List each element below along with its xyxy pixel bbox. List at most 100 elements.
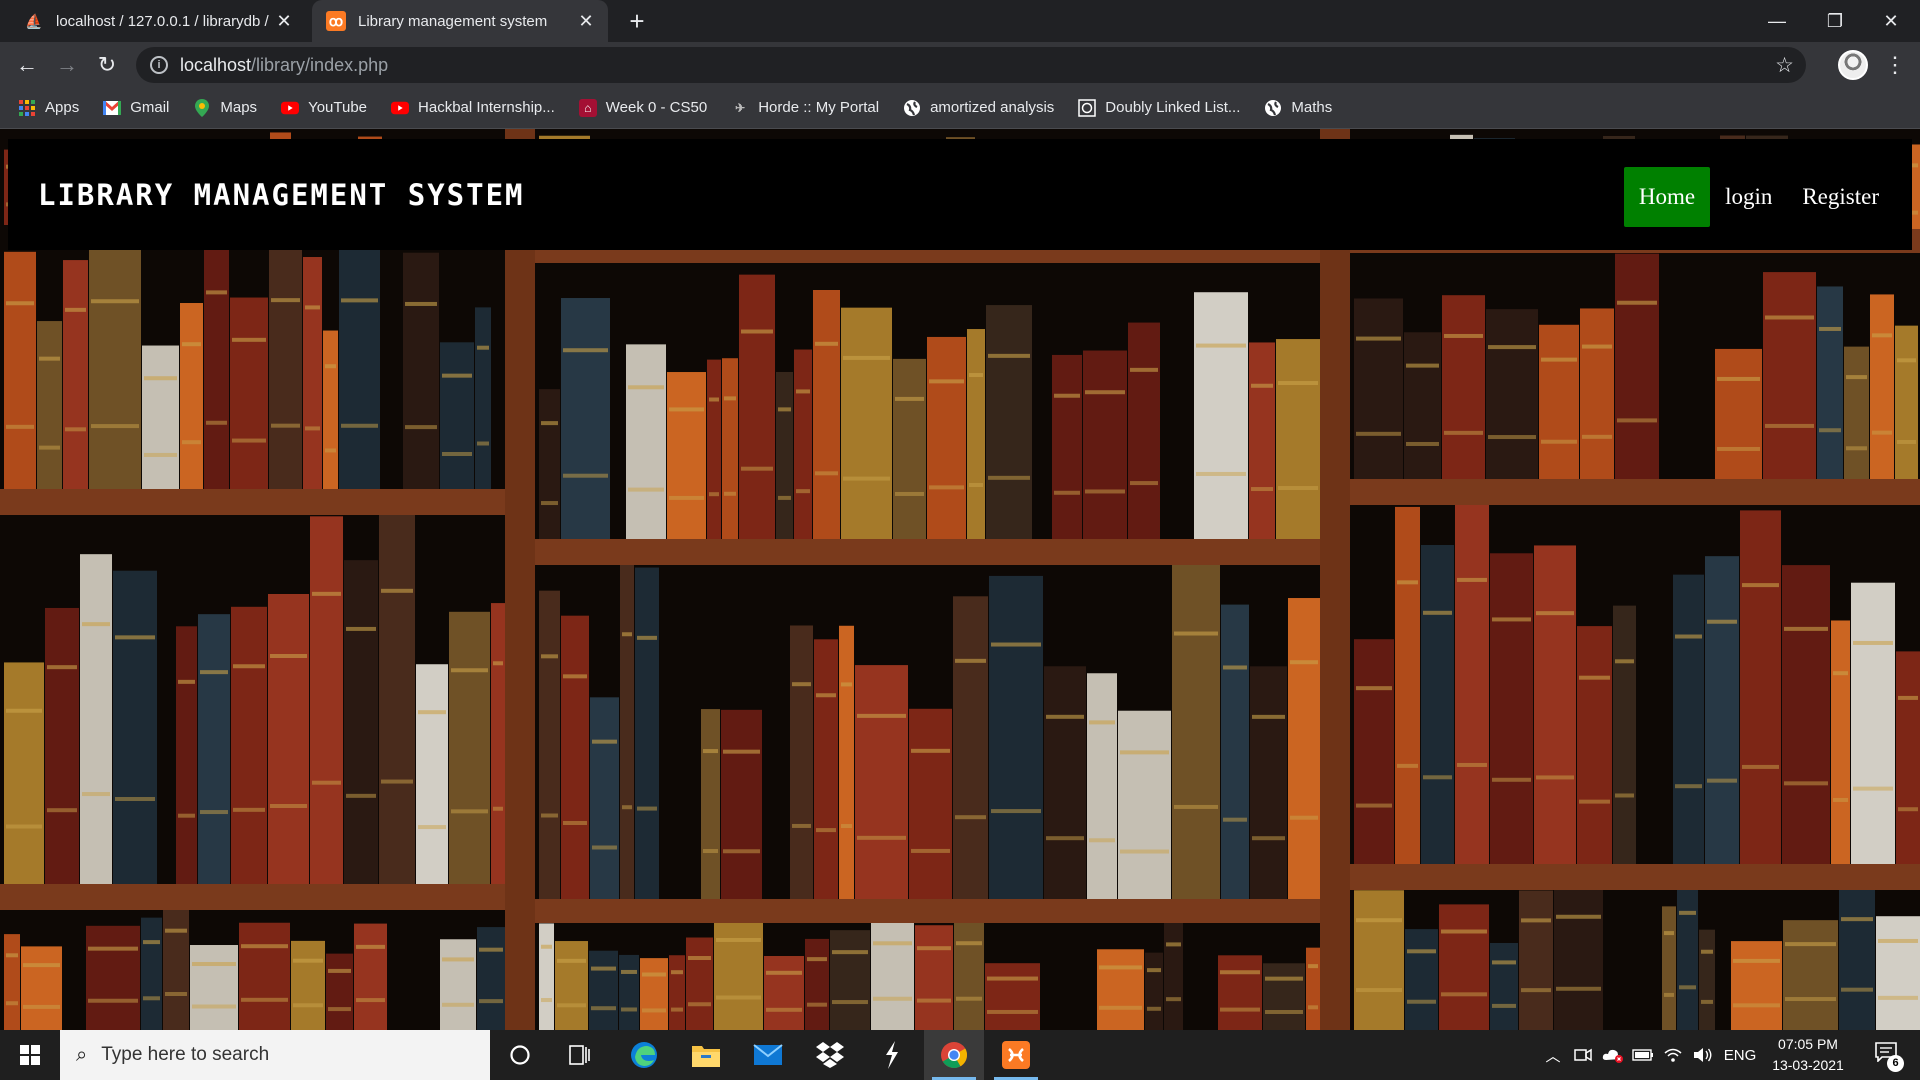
meet-now-icon[interactable] (1568, 1030, 1598, 1080)
book-band (178, 813, 195, 818)
volume-icon[interactable] (1688, 1030, 1718, 1080)
bookmark-doubly-linked-list[interactable]: Doubly Linked List... (1078, 98, 1240, 117)
chrome-icon[interactable] (924, 1030, 984, 1080)
book-spine (475, 307, 491, 499)
book-spine (1895, 325, 1918, 489)
close-tab-icon[interactable]: ✕ (272, 11, 296, 32)
bookmark-maths[interactable]: Maths (1264, 99, 1332, 117)
file-explorer-icon[interactable] (676, 1030, 736, 1080)
bookmark-apps[interactable]: Apps (18, 99, 79, 117)
tab-phpmyadmin[interactable]: ⛵ localhost / 127.0.0.1 / librarydb / ✕ (10, 0, 306, 42)
book-spine (416, 664, 448, 894)
nav-register-link[interactable]: Register (1787, 167, 1894, 227)
address-bar[interactable]: i localhost/library/index.php ☆ (136, 47, 1806, 83)
book-band (563, 473, 608, 478)
book-band (312, 591, 341, 596)
book-spine (86, 925, 140, 1030)
bookmark-gmail[interactable]: Gmail (103, 99, 169, 117)
book-band (47, 808, 77, 813)
show-hidden-icons-chevron-icon[interactable]: ︿ (1538, 1030, 1568, 1080)
book-spine (830, 930, 870, 1030)
profile-avatar-icon[interactable] (1838, 50, 1868, 80)
book-spine (37, 321, 62, 499)
book-band (1444, 333, 1483, 338)
cs50-icon: ⌂ (578, 98, 597, 117)
reload-icon[interactable]: ↻ (90, 48, 124, 82)
battery-icon[interactable] (1628, 1030, 1658, 1080)
site-info-icon[interactable]: i (150, 56, 168, 74)
menu-kebab-icon[interactable]: ⋮ (1880, 48, 1910, 82)
edge-browser-icon[interactable] (614, 1030, 674, 1080)
book-spine (142, 345, 179, 499)
book-spine (354, 923, 387, 1030)
book-band (23, 963, 60, 968)
url-text[interactable]: localhost/library/index.php (180, 55, 388, 76)
book-band (6, 424, 34, 429)
book-band (1099, 1005, 1142, 1010)
wifi-icon[interactable] (1658, 1030, 1688, 1080)
book-band (200, 810, 228, 815)
onedrive-error-icon[interactable] (1598, 1030, 1628, 1080)
book-band (1707, 619, 1737, 624)
start-button[interactable] (0, 1030, 60, 1080)
bookmark-hackbal[interactable]: Hackbal Internship... (391, 99, 555, 117)
book-spine (21, 946, 62, 1030)
forward-arrow-icon[interactable]: → (50, 48, 84, 82)
book-band (1675, 784, 1702, 789)
book-band (88, 946, 138, 951)
taskbar-clock[interactable]: 07:05 PM 13-03-2021 (1760, 1034, 1856, 1076)
book-band (816, 828, 836, 833)
book-band (479, 999, 503, 1004)
close-window-icon[interactable]: ✕ (1862, 0, 1920, 42)
book-spine (1839, 888, 1875, 1030)
restore-window-icon[interactable]: ❐ (1806, 0, 1864, 42)
bookmark-youtube[interactable]: YouTube (281, 99, 367, 117)
tab-library-management[interactable]: ꝏ Library management system ✕ (312, 0, 608, 42)
book-band (911, 748, 950, 753)
book-band (200, 670, 228, 675)
xampp-icon: ꝏ (326, 11, 346, 31)
xampp-taskbar-icon[interactable] (986, 1030, 1046, 1080)
book-band (563, 674, 587, 679)
book-band (541, 813, 558, 818)
shelf-board (1350, 479, 1920, 505)
book-band (1675, 634, 1702, 639)
book-spine (268, 593, 309, 894)
bookmark-star-icon[interactable]: ☆ (1775, 53, 1794, 78)
taskbar-search-box[interactable]: ⌕ Type here to search (60, 1030, 490, 1080)
youtube-icon (391, 99, 410, 117)
book-band (1679, 985, 1696, 990)
mail-icon[interactable] (738, 1030, 798, 1080)
app-lightning-icon[interactable] (862, 1030, 922, 1080)
bookmark-horde[interactable]: ✈ Horde :: My Portal (731, 99, 879, 117)
book-band (796, 389, 810, 394)
tab-title: Library management system (358, 12, 548, 30)
bookmark-amortized[interactable]: amortized analysis (903, 99, 1054, 117)
language-indicator[interactable]: ENG (1720, 1030, 1760, 1080)
bookshelf-background-image (0, 129, 1920, 1030)
notifications-icon[interactable]: 6 (1866, 1038, 1906, 1072)
book-band (991, 809, 1041, 814)
back-arrow-icon[interactable]: ← (10, 48, 44, 82)
book-band (1252, 714, 1285, 719)
book-band (807, 1002, 827, 1007)
book-band (206, 420, 227, 425)
book-band (1536, 611, 1574, 616)
dropbox-icon[interactable] (800, 1030, 860, 1080)
bookmark-maps[interactable]: Maps (193, 98, 257, 117)
new-tab-button[interactable]: + (622, 6, 652, 36)
task-view-icon[interactable] (550, 1030, 610, 1080)
book-spine (269, 247, 302, 499)
nav-home-link[interactable]: Home (1623, 167, 1711, 227)
book-band (703, 749, 718, 754)
nav-login-link[interactable]: login (1710, 167, 1787, 227)
cortana-icon[interactable] (490, 1030, 550, 1080)
minimize-window-icon[interactable]: — (1748, 0, 1806, 42)
book-band (328, 1007, 351, 1012)
book-band (325, 448, 336, 453)
bookmark-cs50[interactable]: ⌂ Week 0 - CS50 (578, 98, 707, 117)
book-band (703, 849, 718, 854)
book-spine (841, 307, 892, 549)
close-tab-icon[interactable]: ✕ (574, 11, 598, 32)
book-band (1846, 446, 1867, 451)
